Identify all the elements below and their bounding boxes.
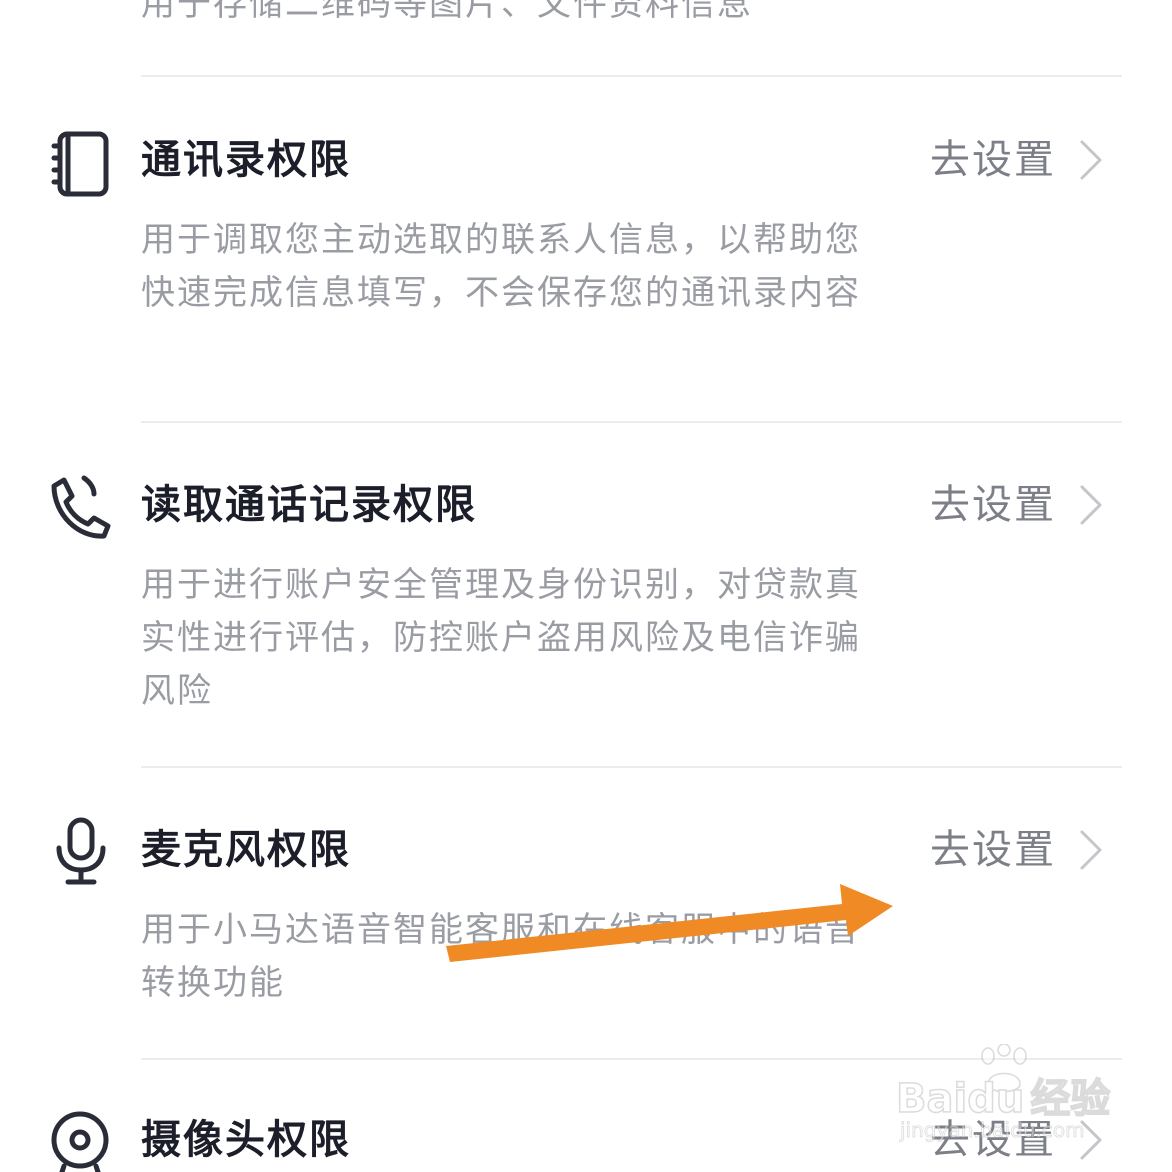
- camera-permission-go-settings[interactable]: 去设置: [930, 1114, 1104, 1166]
- go-settings-label: 去设置: [930, 1117, 1056, 1163]
- permission-settings-page: 用于存储二维码等图片、文件资料信息 通讯录权限 去设置 用于调取您主动选取的联系…: [0, 0, 1172, 1172]
- camera-icon: [44, 1108, 116, 1172]
- chevron-right-icon: [1080, 485, 1102, 525]
- phone-call-icon: [44, 472, 116, 544]
- microphone-icon: [44, 816, 116, 888]
- contacts-permission-go-settings[interactable]: 去设置: [930, 134, 1104, 186]
- divider: [141, 421, 1122, 423]
- divider: [141, 1058, 1122, 1060]
- go-settings-label: 去设置: [930, 482, 1056, 528]
- go-settings-label: 去设置: [930, 827, 1056, 873]
- permission-title: 麦克风权限: [141, 827, 351, 873]
- contacts-book-icon: [44, 128, 116, 200]
- chevron-right-icon: [1080, 830, 1102, 870]
- chevron-right-icon: [1080, 140, 1102, 180]
- paw-logo-icon: [981, 1044, 1027, 1093]
- call-log-permission-go-settings[interactable]: 去设置: [930, 479, 1104, 531]
- chevron-right-icon: [1080, 1120, 1102, 1160]
- permission-title: 读取通话记录权限: [141, 482, 477, 528]
- microphone-permission-action[interactable]: 去设置: [930, 824, 1104, 876]
- divider: [141, 75, 1122, 77]
- permission-description: 用于进行账户安全管理及身份识别，对贷款真实性进行评估，防控账户盗用风险及电信诈骗…: [141, 565, 861, 711]
- permission-title: 通讯录权限: [141, 137, 351, 183]
- permission-title: 摄像头权限: [141, 1117, 351, 1163]
- storage-permission-description: 用于存储二维码等图片、文件资料信息: [141, 0, 753, 24]
- permission-description: 用于调取您主动选取的联系人信息，以帮助您快速完成信息填写，不会保存您的通讯录内容: [141, 220, 861, 313]
- go-settings-label: 去设置: [930, 137, 1056, 183]
- divider: [141, 766, 1122, 768]
- permission-description: 用于小马达语音智能客服和在线客服中的语音转换功能: [141, 910, 861, 1003]
